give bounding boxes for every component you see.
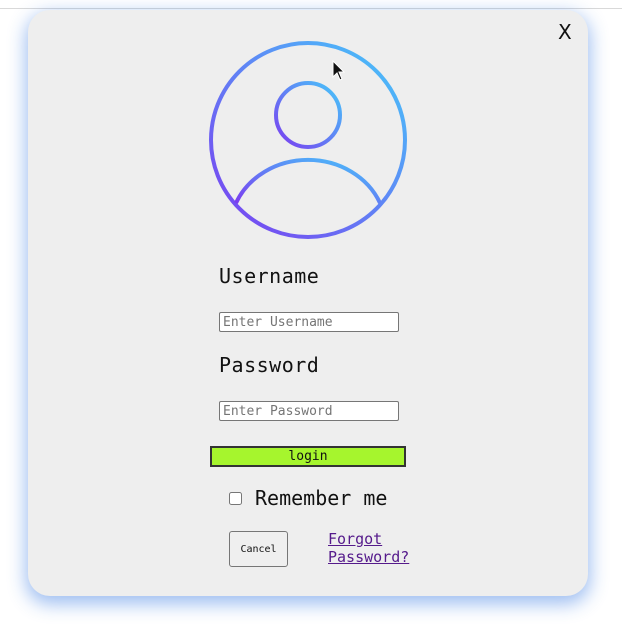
password-input[interactable] [219, 401, 399, 421]
login-modal: X Username Password login Remember me Ca… [28, 10, 588, 596]
remember-me-row[interactable]: Remember me [229, 486, 387, 510]
username-input[interactable] [219, 312, 399, 332]
close-button[interactable]: X [558, 20, 572, 44]
username-label: Username [219, 264, 320, 288]
cancel-button[interactable]: Cancel [229, 531, 288, 567]
remember-me-label: Remember me [255, 486, 388, 510]
remember-me-checkbox[interactable] [229, 491, 242, 505]
mouse-cursor-icon [332, 60, 346, 81]
forgot-password-link[interactable]: Forgot Password? [328, 530, 428, 566]
user-avatar-icon [209, 41, 407, 239]
password-label: Password [219, 353, 320, 377]
login-button[interactable]: login [210, 446, 406, 467]
browser-divider [0, 8, 622, 9]
